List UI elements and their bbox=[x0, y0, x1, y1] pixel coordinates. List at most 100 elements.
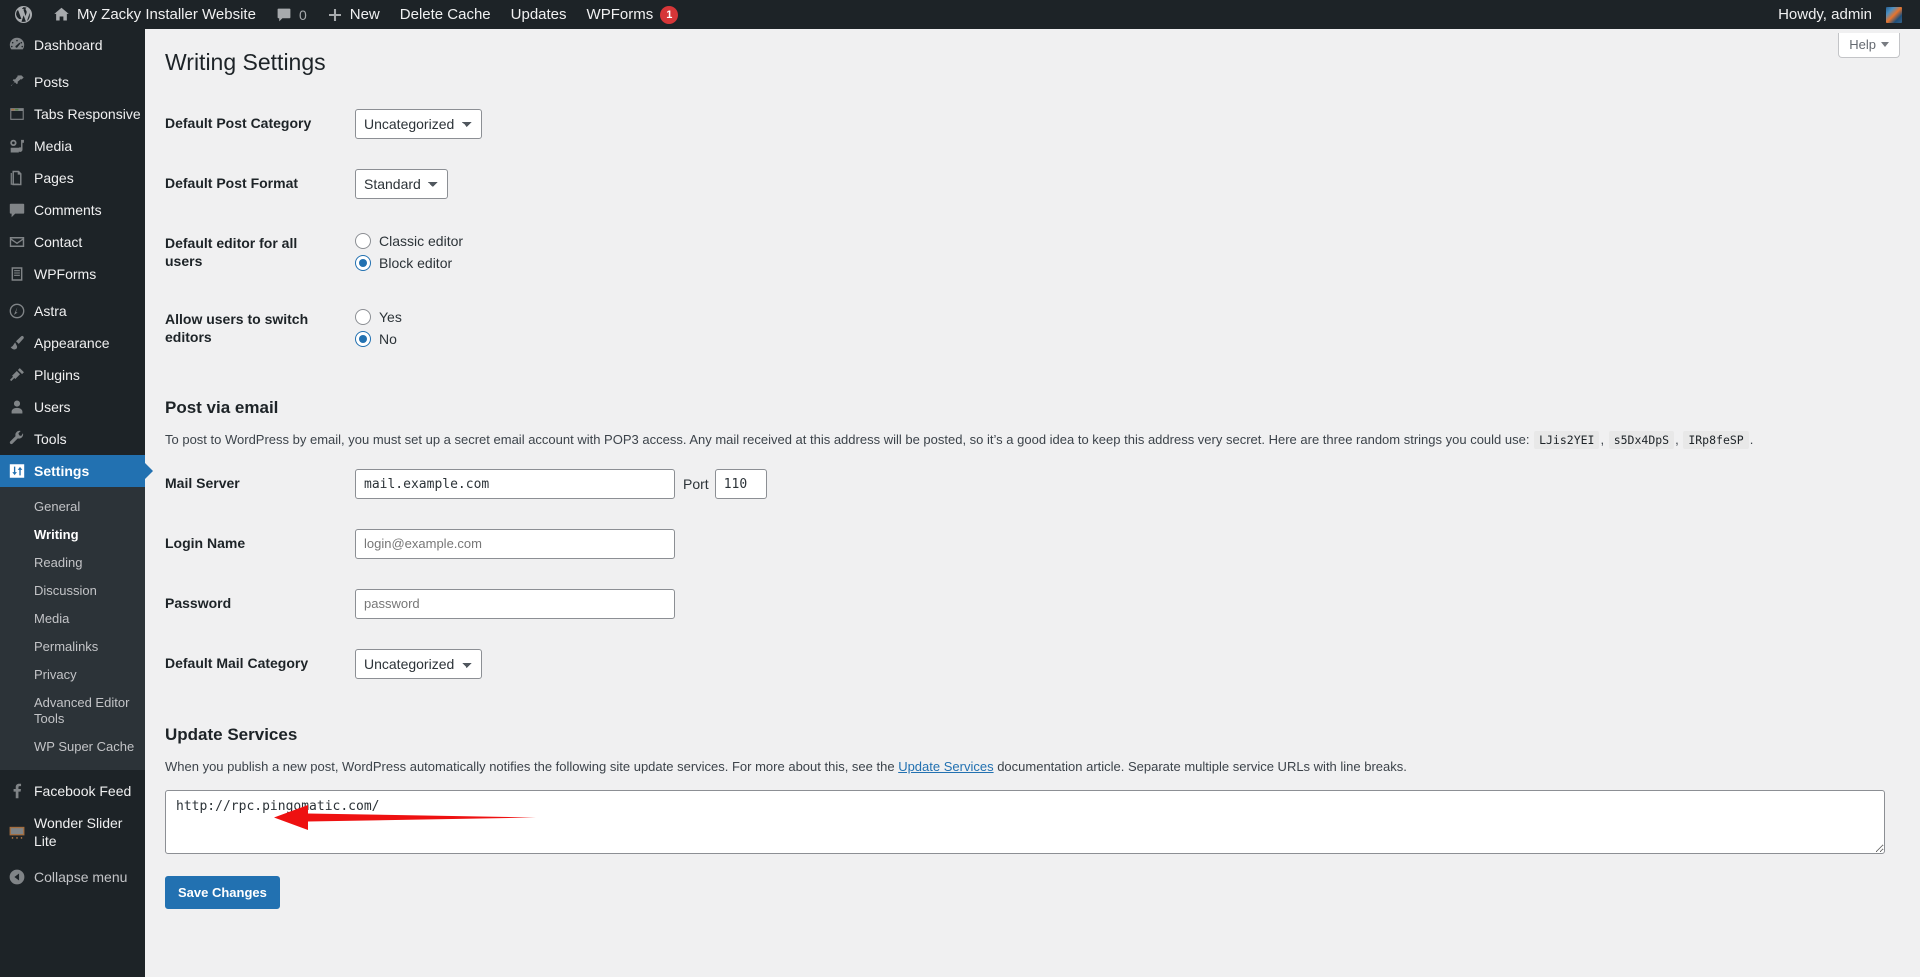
submenu-item-wp-super-cache[interactable]: WP Super Cache bbox=[0, 733, 145, 761]
default-mail-category-cell: Uncategorized bbox=[345, 634, 1900, 694]
update-services-textarea[interactable]: http://rpc.pingomatic.com/ bbox=[165, 790, 1885, 855]
submenu-item-media[interactable]: Media bbox=[0, 605, 145, 633]
wordpress-logo-menu[interactable] bbox=[4, 0, 43, 29]
sidebar-item-wonder-slider-lite[interactable]: Wonder Slider Lite bbox=[0, 807, 145, 857]
sidebar-item-tabs-responsive[interactable]: Tabs Responsive bbox=[0, 98, 145, 130]
sidebar-item-pages[interactable]: Pages bbox=[0, 162, 145, 194]
save-changes-button[interactable]: Save Changes bbox=[165, 876, 280, 910]
sidebar-item-label: Users bbox=[34, 399, 71, 415]
radio-row-switch-yes[interactable]: Yes bbox=[355, 309, 1890, 326]
password-input[interactable] bbox=[355, 589, 675, 620]
password-label: Password bbox=[165, 595, 232, 612]
wpforms-menu[interactable]: WPForms 1 bbox=[577, 0, 689, 29]
updates-menu[interactable]: Updates bbox=[501, 0, 577, 29]
wpforms-label: WPForms bbox=[586, 6, 654, 23]
row-default-post-category: Default Post Category Uncategorized bbox=[165, 94, 1900, 154]
delete-cache-menu[interactable]: Delete Cache bbox=[390, 0, 501, 29]
sidebar-item-tools[interactable]: Tools bbox=[0, 423, 145, 455]
sidebar-item-label: WPForms bbox=[34, 266, 97, 282]
radio-row-switch-no[interactable]: No bbox=[355, 331, 1890, 348]
submenu-item-reading[interactable]: Reading bbox=[0, 549, 145, 577]
pin-icon bbox=[0, 73, 34, 91]
port-label: Port bbox=[683, 476, 709, 493]
post-via-email-description-text: To post to WordPress by email, you must … bbox=[165, 431, 1534, 447]
radio-block-editor-label: Block editor bbox=[379, 255, 453, 272]
update-services-textarea-wrap: http://rpc.pingomatic.com/ bbox=[165, 790, 1900, 855]
submenu-item-discussion[interactable]: Discussion bbox=[0, 577, 145, 605]
sidebar-item-wpforms[interactable]: WPForms bbox=[0, 258, 145, 290]
sidebar-item-contact[interactable]: Contact bbox=[0, 226, 145, 258]
pages-icon bbox=[0, 169, 34, 187]
wpforms-badge: 1 bbox=[660, 5, 679, 24]
collapse-menu-button[interactable]: Collapse menu bbox=[0, 861, 145, 893]
switch-editors-label: Allow users to switch editors bbox=[165, 311, 309, 346]
writing-settings-form: Default Post Category Uncategorized Defa… bbox=[165, 94, 1900, 910]
help-tab-button[interactable]: Help bbox=[1838, 33, 1900, 58]
mail-server-cell: Port bbox=[345, 454, 1900, 514]
radio-row-block-editor[interactable]: Block editor bbox=[355, 255, 1890, 272]
default-editor-label: Default editor for all users bbox=[165, 234, 298, 270]
sidebar-item-media[interactable]: Media bbox=[0, 130, 145, 162]
radio-switch-no[interactable] bbox=[355, 331, 371, 348]
mail-server-inline: Port bbox=[355, 469, 1890, 500]
slider-icon bbox=[0, 823, 34, 841]
post-via-email-description: To post to WordPress by email, you must … bbox=[165, 430, 1754, 449]
sidebar-item-comments[interactable]: Comments bbox=[0, 194, 145, 226]
howdy-label: Howdy, admin bbox=[1778, 6, 1872, 23]
settings-submenu-wrap: General Writing Reading Discussion Media… bbox=[0, 487, 145, 770]
radio-classic-editor[interactable] bbox=[355, 233, 371, 250]
sidebar-item-users[interactable]: Users bbox=[0, 391, 145, 423]
new-content-menu[interactable]: New bbox=[317, 0, 390, 29]
site-name-label: My Zacky Installer Website bbox=[77, 6, 256, 23]
radio-switch-no-label: No bbox=[379, 331, 397, 348]
plus-icon bbox=[327, 7, 343, 23]
forms-icon bbox=[0, 265, 34, 283]
sidebar-item-plugins[interactable]: Plugins bbox=[0, 359, 145, 391]
general-settings-table: Default Post Category Uncategorized Defa… bbox=[165, 94, 1900, 367]
sidebar-item-label: Plugins bbox=[34, 367, 80, 383]
default-post-format-select[interactable]: Standard bbox=[355, 168, 448, 199]
radio-switch-yes-label: Yes bbox=[379, 309, 402, 326]
help-tab-wrap: Help bbox=[1838, 33, 1900, 58]
admin-sidebar: Dashboard Posts Tabs Responsive Media Pa… bbox=[0, 29, 153, 977]
astra-icon bbox=[0, 302, 34, 320]
post-via-email-table: Mail Server Port Login Name bbox=[165, 454, 1900, 694]
sidebar-item-settings[interactable]: Settings bbox=[0, 455, 153, 487]
home-icon bbox=[53, 6, 70, 23]
radio-row-classic-editor[interactable]: Classic editor bbox=[355, 233, 1890, 250]
submenu-item-general[interactable]: General bbox=[0, 493, 145, 521]
admin-bar-right: Howdy, admin bbox=[1768, 0, 1920, 29]
submenu-item-advanced-editor-tools[interactable]: Advanced Editor Tools bbox=[0, 689, 145, 733]
radio-block-editor[interactable] bbox=[355, 255, 371, 272]
submenu-item-permalinks[interactable]: Permalinks bbox=[0, 633, 145, 661]
comments-menu[interactable]: 0 bbox=[266, 0, 317, 29]
sidebar-item-astra[interactable]: Astra bbox=[0, 295, 145, 327]
new-label: New bbox=[349, 6, 380, 23]
default-post-category-label: Default Post Category bbox=[165, 114, 312, 131]
sidebar-item-label: Dashboard bbox=[34, 37, 103, 53]
radio-switch-yes[interactable] bbox=[355, 309, 371, 326]
sidebar-item-posts[interactable]: Posts bbox=[0, 66, 145, 98]
sidebar-item-facebook-feed[interactable]: Facebook Feed bbox=[0, 775, 145, 807]
mail-server-input[interactable] bbox=[355, 469, 675, 500]
sidebar-item-appearance[interactable]: Appearance bbox=[0, 327, 145, 359]
default-post-category-select[interactable]: Uncategorized bbox=[355, 108, 482, 139]
radio-classic-editor-label: Classic editor bbox=[379, 233, 464, 250]
dashboard-icon bbox=[0, 36, 34, 54]
sidebar-item-dashboard[interactable]: Dashboard bbox=[0, 29, 145, 61]
submenu-item-privacy[interactable]: Privacy bbox=[0, 661, 145, 689]
port-input[interactable] bbox=[714, 469, 767, 500]
chevron-down-icon bbox=[1881, 42, 1889, 47]
sidebar-item-label: Facebook Feed bbox=[34, 783, 132, 799]
my-account-menu[interactable]: Howdy, admin bbox=[1768, 0, 1912, 29]
settings-icon bbox=[0, 462, 34, 480]
update-services-link[interactable]: Update Services bbox=[898, 759, 993, 774]
login-name-input[interactable] bbox=[355, 529, 675, 560]
sidebar-item-label: Media bbox=[34, 138, 73, 154]
default-mail-category-select[interactable]: Uncategorized bbox=[355, 649, 482, 680]
update-services-heading: Update Services bbox=[165, 725, 298, 745]
submenu-item-writing[interactable]: Writing bbox=[0, 521, 145, 549]
random-string-3: IRp8feSP bbox=[1683, 430, 1749, 449]
site-name-menu[interactable]: My Zacky Installer Website bbox=[43, 0, 266, 29]
row-default-mail-category: Default Mail Category Uncategorized bbox=[165, 634, 1900, 694]
